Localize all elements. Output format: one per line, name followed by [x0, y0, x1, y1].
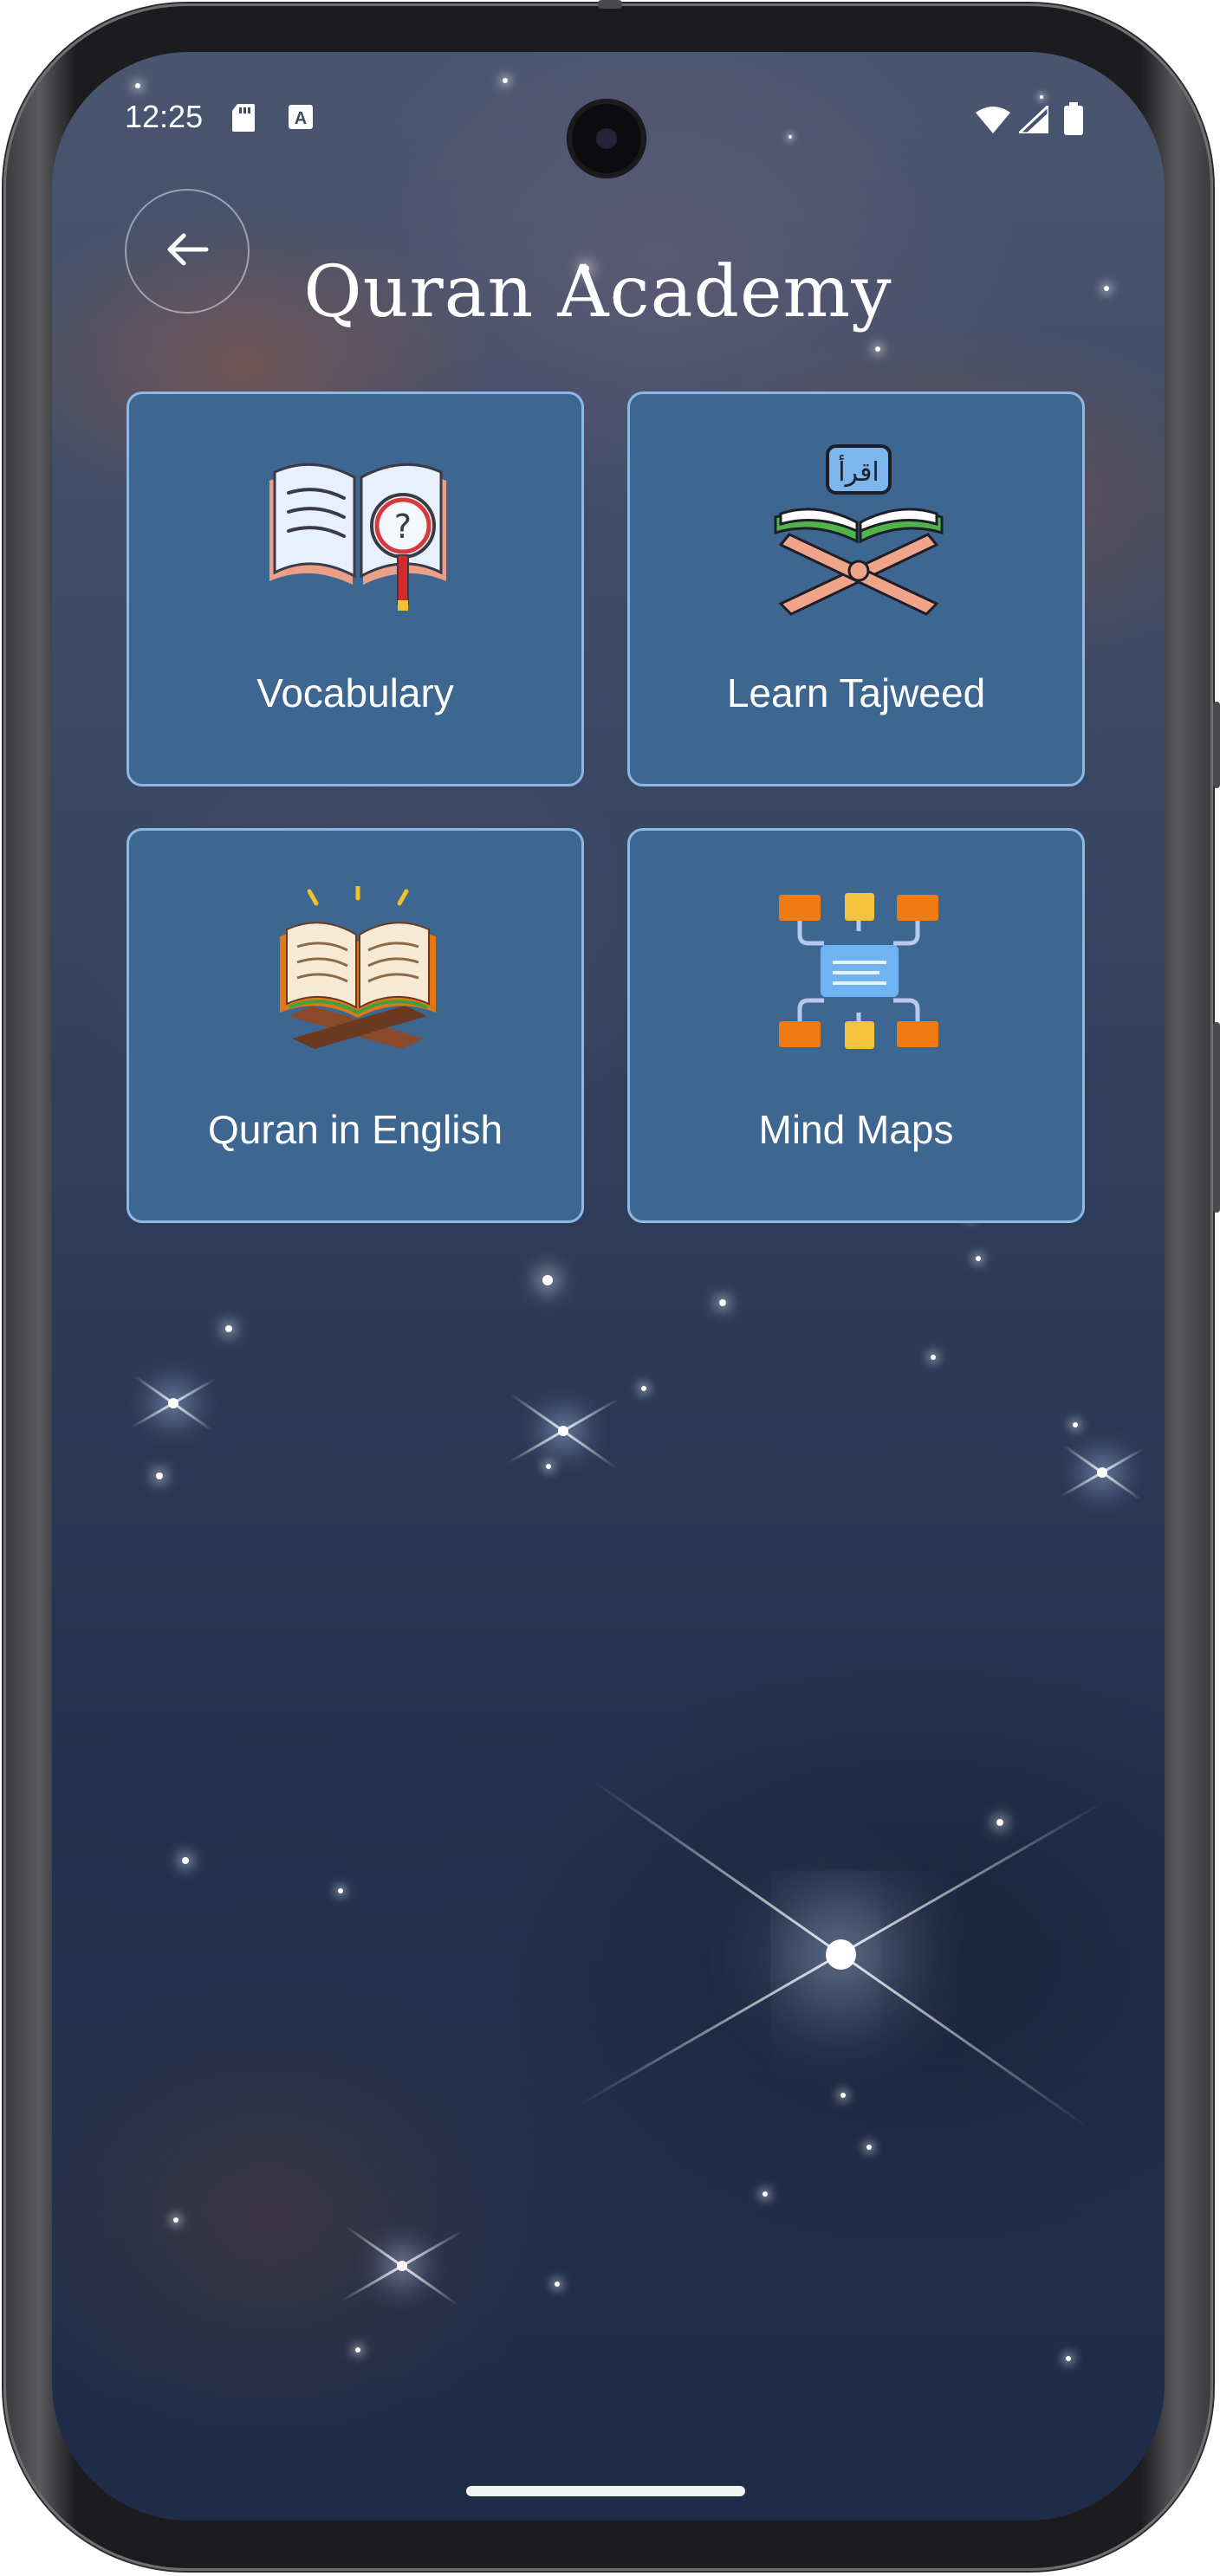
wifi-icon [976, 106, 1010, 137]
star [338, 1888, 343, 1893]
book-magnifier-icon: ? [263, 446, 453, 619]
star [225, 1325, 232, 1332]
star [173, 2217, 178, 2223]
accessibility-a-icon: A [288, 104, 314, 133]
svg-text:اقرأ: اقرأ [838, 454, 879, 488]
page-title: Quran Academy [303, 251, 892, 333]
open-book-stand-icon [271, 883, 462, 1059]
star [355, 2347, 360, 2353]
power-button [1213, 702, 1220, 788]
star [976, 1256, 981, 1261]
battery-icon [1064, 102, 1083, 139]
volume-button [1213, 1022, 1220, 1213]
star [546, 1464, 551, 1469]
sd-card-icon [232, 104, 255, 135]
arrow-left-icon [165, 232, 210, 270]
star [182, 1857, 189, 1864]
card-label: Vocabulary [256, 670, 454, 715]
star [762, 2191, 768, 2197]
star [840, 2093, 846, 2098]
vocabulary-card[interactable]: ? Vocabulary [127, 392, 584, 786]
star [931, 1355, 936, 1360]
phone-device: 12:25 A Quran Academy ? Vocabulary اقرأ … [0, 0, 1220, 2576]
quran-in-english-card[interactable]: Quran in English [127, 828, 584, 1223]
learn-tajweed-card[interactable]: اقرأ Learn Tajweed [627, 392, 1085, 786]
app-screen: 12:25 A Quran Academy ? Vocabulary اقرأ … [52, 52, 1165, 2521]
card-label: Quran in English [207, 1107, 503, 1152]
front-camera [567, 99, 646, 178]
svg-text:?: ? [394, 508, 412, 546]
quran-stand-iqra-icon: اقرأ [763, 444, 954, 618]
home-indicator[interactable] [466, 2486, 745, 2496]
star [996, 1819, 1003, 1826]
star [156, 1472, 163, 1479]
star [1104, 286, 1109, 291]
star [1066, 2356, 1071, 2361]
star [719, 1299, 726, 1306]
mind-maps-card[interactable]: Mind Maps [627, 828, 1085, 1223]
star [1073, 1422, 1078, 1427]
signal-icon [1016, 102, 1050, 137]
mind-map-icon [772, 890, 963, 1063]
svg-text:A: A [295, 109, 307, 128]
star [641, 1386, 646, 1391]
card-label: Learn Tajweed [726, 670, 986, 715]
card-label: Mind Maps [758, 1107, 954, 1152]
star [555, 2282, 560, 2287]
top-bar-notch [598, 0, 622, 9]
star [866, 2145, 872, 2150]
star [542, 1275, 553, 1285]
status-time: 12:25 [125, 99, 204, 134]
back-button[interactable] [125, 189, 250, 314]
